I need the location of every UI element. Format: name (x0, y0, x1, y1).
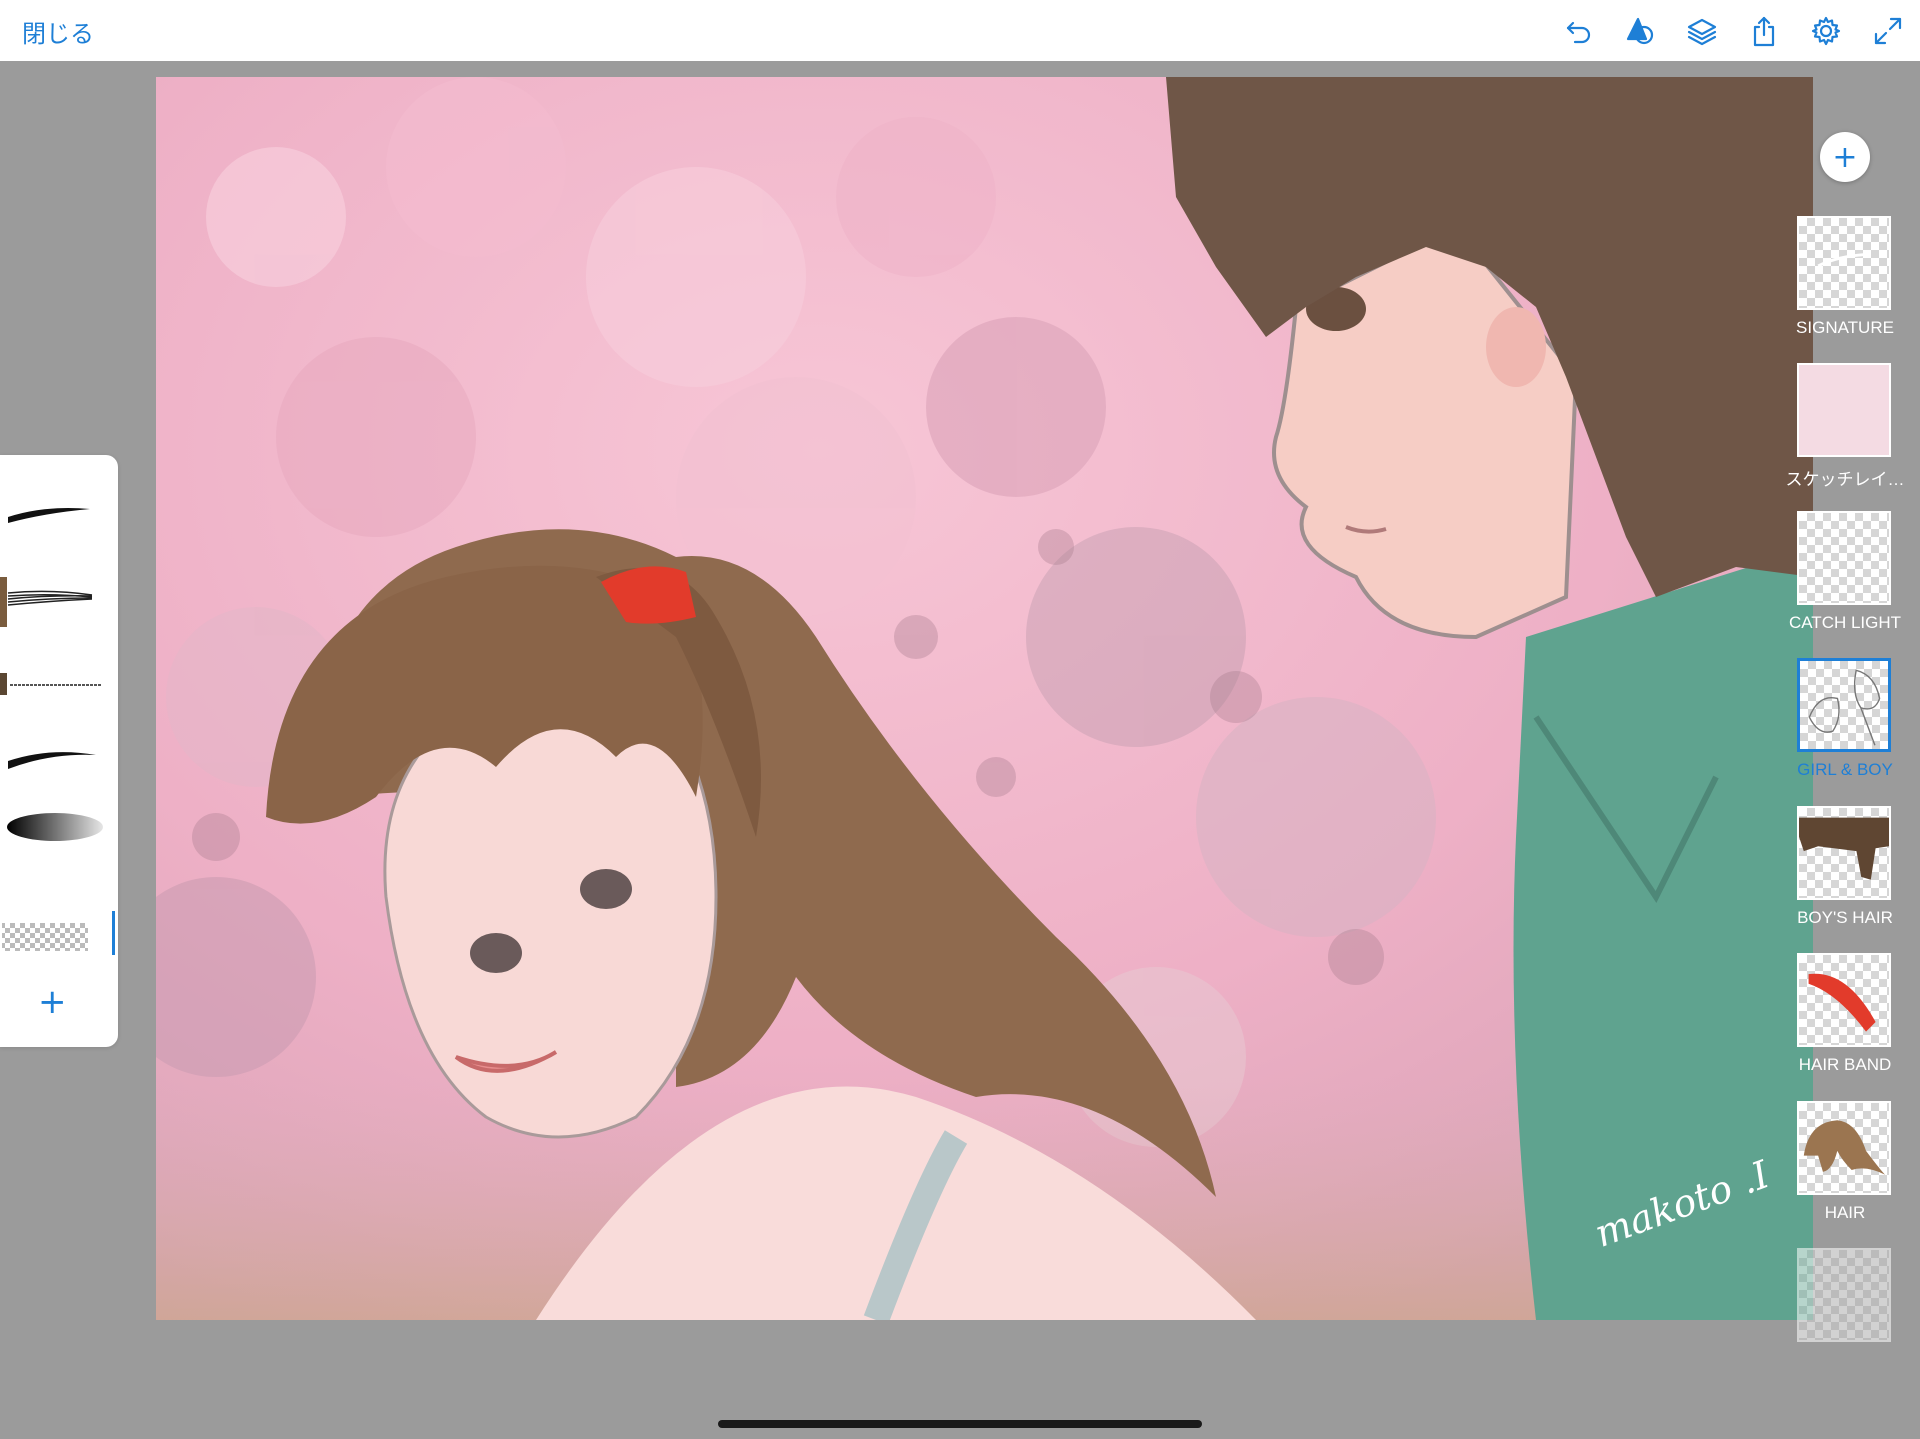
layer-label: BOY'S HAIR (1797, 908, 1893, 927)
brush-selected-indicator (112, 911, 115, 955)
layer-thumbnail (1797, 1101, 1891, 1195)
brush-hair[interactable] (0, 565, 110, 625)
layer-sketch[interactable]: スケッチレイ… (1776, 363, 1914, 503)
layer-catch-light[interactable]: CATCH LIGHT (1776, 511, 1914, 651)
brush-panel: + (0, 455, 118, 1047)
layer-signature[interactable]: SIGNATURE (1776, 216, 1914, 356)
layer-thumbnail (1797, 658, 1891, 752)
add-brush-button[interactable]: + (38, 985, 67, 1019)
layer-thumbnail (1797, 806, 1891, 900)
top-toolbar: 閉じる (0, 0, 1920, 61)
artwork (156, 77, 1813, 1320)
layer-girl-and-boy[interactable]: GIRL & BOY (1776, 658, 1914, 798)
layer-label: GIRL & BOY (1797, 760, 1893, 779)
layer-label: スケッチレイ… (1785, 470, 1905, 489)
brush-ink-2[interactable] (0, 725, 110, 785)
add-layer-button[interactable]: + (1820, 132, 1870, 182)
layer-label: HAIR (1824, 1203, 1866, 1222)
layer-label: CATCH LIGHT (1788, 613, 1902, 632)
layer-thumbnail (1797, 363, 1891, 457)
layer-thumbnail (1797, 216, 1891, 310)
layer-thumbnail (1797, 511, 1891, 605)
drawing-canvas[interactable]: makoto .I (156, 77, 1813, 1320)
layer-label: SIGNATURE (1796, 318, 1894, 337)
brush-ink-1[interactable] (0, 483, 110, 543)
close-button[interactable]: 閉じる (22, 14, 94, 49)
layers-icon[interactable] (1683, 12, 1721, 50)
layer-label: HAIR BAND (1798, 1055, 1892, 1074)
fullscreen-icon[interactable] (1869, 12, 1907, 50)
layer-hair-band[interactable]: HAIR BAND (1776, 953, 1914, 1093)
undo-icon[interactable] (1560, 12, 1598, 50)
layer-thumbnail (1797, 1248, 1891, 1342)
layer-thumbnail (1797, 953, 1891, 1047)
home-indicator (718, 1420, 1202, 1428)
brush-pencil[interactable] (0, 655, 110, 715)
settings-icon[interactable] (1807, 12, 1845, 50)
brush-eraser-pattern[interactable] (0, 903, 110, 963)
brush-soft-airbrush[interactable] (0, 795, 110, 855)
layer-hair[interactable]: HAIR (1776, 1101, 1914, 1241)
layer-boys-hair[interactable]: BOY'S HAIR (1776, 806, 1914, 946)
layer-bottom[interactable] (1776, 1248, 1914, 1388)
shape-tool-icon[interactable] (1621, 12, 1659, 50)
share-icon[interactable] (1745, 12, 1783, 50)
